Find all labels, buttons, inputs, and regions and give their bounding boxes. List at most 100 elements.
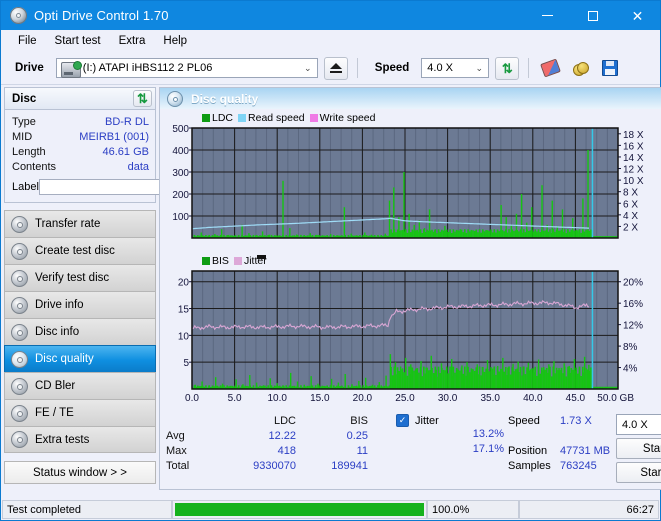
svg-text:200: 200 — [172, 190, 189, 201]
svg-text:2 X: 2 X — [623, 222, 638, 233]
sidebar-item-disc-quality[interactable]: Disc quality — [4, 345, 156, 372]
close-button[interactable]: ✕ — [615, 1, 660, 30]
stats-ldc-max: 418 — [277, 444, 296, 457]
run-info: Speed 1.73 X Position 47731 MB Samples 7… — [508, 413, 661, 489]
sidebar-item-fe-te[interactable]: FE / TE — [4, 399, 156, 426]
top-chart-legend: LDC Read speed Write speed — [162, 111, 661, 124]
chevron-down-icon: ⌄ — [475, 62, 484, 73]
eraser-icon — [539, 58, 561, 78]
coins-button[interactable] — [568, 57, 592, 80]
legend-item-ldc: LDC — [202, 112, 233, 124]
disc-contents-label: Contents — [12, 160, 57, 173]
sidebar-item-disc-info[interactable]: Disc info — [4, 318, 156, 345]
disc-length-value: 46.61 GB — [102, 145, 149, 158]
toolbar: Drive (I:) ATAPI iHBS112 2 PL06 ⌄ Speed … — [1, 52, 660, 85]
status-window-button[interactable]: Status window > > — [4, 461, 156, 484]
svg-text:300: 300 — [172, 168, 189, 179]
jitter-max: 17.1% — [472, 443, 504, 455]
run-info-values: Speed 1.73 X Position 47731 MB Samples 7… — [508, 413, 616, 489]
legend-label-write-speed: Write speed — [319, 111, 376, 124]
svg-text:5: 5 — [183, 358, 189, 369]
bottom-chart-legend: BIS Jitter — [162, 254, 661, 267]
test-speed-select[interactable]: 4.0 X ⌄ — [616, 414, 661, 435]
page-title: Disc quality — [191, 91, 259, 106]
sidebar-item-label: CD Bler — [35, 380, 76, 392]
stats-bis-avg: 0.25 — [346, 429, 368, 442]
status-bar: Test completed 100.0% 66:27 — [2, 500, 659, 519]
disc-panel-header: Disc ⇅ — [4, 87, 156, 109]
disc-icon — [11, 242, 28, 260]
svg-text:8 X: 8 X — [623, 188, 638, 199]
disc-icon — [11, 323, 28, 341]
progress-bar — [172, 500, 427, 519]
sidebar-item-verify-test-disc[interactable]: Verify test disc — [4, 264, 156, 291]
svg-text:10.0: 10.0 — [267, 393, 287, 404]
sidebar-item-create-test-disc[interactable]: Create test disc — [4, 237, 156, 264]
svg-text:10: 10 — [178, 331, 190, 342]
bottom-chart[interactable]: 5 10 15 20 4% 8% 12% 16% 20% 0.0 5.0 10.0 15.0 20.0 25… — [162, 267, 661, 407]
disc-quality-panel: Disc quality LDC Read speed Write speed … — [159, 87, 661, 490]
minimize-button[interactable] — [525, 1, 570, 30]
disc-contents-value: data — [127, 160, 149, 173]
disc-row-mid: MID MEIRB1 (001) — [12, 129, 149, 144]
coins-icon — [572, 61, 589, 76]
disc-label-label: Label — [12, 180, 39, 193]
sidebar-item-cd-bler[interactable]: CD Bler — [4, 372, 156, 399]
disc-row-type: Type BD-R DL — [12, 114, 149, 129]
menu-bar: File Start test Extra Help — [1, 30, 660, 52]
svg-text:14 X: 14 X — [623, 153, 644, 164]
menu-start-test[interactable]: Start test — [46, 32, 110, 50]
sidebar-item-transfer-rate[interactable]: Transfer rate — [4, 210, 156, 237]
top-chart[interactable]: 100 200 300 400 500 2 X4 X6 X8 X 10 X 12 X 14 X1… — [162, 124, 661, 254]
svg-text:6 X: 6 X — [623, 199, 638, 210]
stats-label-avg: Avg — [166, 429, 185, 442]
erase-button[interactable] — [538, 57, 562, 80]
drive-label: Drive — [15, 62, 44, 74]
svg-text:4 X: 4 X — [623, 211, 638, 222]
disc-refresh-button[interactable]: ⇅ — [133, 90, 152, 107]
drive-select[interactable]: (I:) ATAPI iHBS112 2 PL06 ⌄ — [55, 58, 318, 78]
menu-extra[interactable]: Extra — [110, 32, 155, 50]
sidebar-item-extra-tests[interactable]: Extra tests — [4, 426, 156, 453]
sidebar: Disc ⇅ Type BD-R DL MID MEIRB1 (001) Len… — [1, 85, 243, 490]
start-part-button[interactable]: Start part — [616, 462, 661, 483]
disc-panel-title: Disc — [12, 92, 37, 105]
spacer-row — [508, 428, 616, 443]
window-title: Opti Drive Control 1.70 — [34, 8, 169, 23]
refresh-icon: ⇅ — [501, 60, 513, 76]
save-button[interactable] — [598, 57, 622, 80]
stats-ldc-avg: 12.22 — [268, 429, 296, 442]
bottom-chart-svg: 5 10 15 20 4% 8% 12% 16% 20% 0.0 5.0 10.0 15.0 20.0 25… — [178, 270, 643, 404]
refresh-button[interactable]: ⇅ — [495, 56, 520, 80]
svg-text:100: 100 — [172, 212, 189, 223]
app-icon — [10, 7, 27, 24]
stats-bis-total: 189941 — [331, 459, 368, 472]
jitter-checkbox[interactable]: ✓ — [396, 414, 409, 427]
legend-swatch-ldc — [202, 113, 210, 122]
speed-select[interactable]: 4.0 X ⌄ — [421, 58, 490, 78]
svg-text:20.0: 20.0 — [353, 393, 373, 404]
disc-icon — [11, 404, 28, 422]
panel-header: Disc quality — [160, 88, 661, 109]
eject-button[interactable] — [323, 56, 348, 80]
sidebar-item-label: Drive info — [35, 299, 84, 311]
menu-file[interactable]: File — [9, 32, 46, 50]
start-full-button[interactable]: Start full — [616, 438, 661, 459]
svg-text:400: 400 — [172, 146, 189, 157]
chart-resize-handle[interactable] — [257, 255, 266, 259]
svg-text:0.0: 0.0 — [185, 393, 199, 404]
main-panel: Disc quality LDC Read speed Write speed … — [159, 85, 661, 490]
sidebar-item-drive-info[interactable]: Drive info — [4, 291, 156, 318]
legend-swatch-jitter — [233, 256, 242, 265]
stats-label-total: Total — [166, 459, 190, 472]
stats-label-max: Max — [166, 444, 187, 457]
maximize-button[interactable] — [570, 1, 615, 30]
menu-help[interactable]: Help — [154, 32, 196, 50]
legend-item-read-speed: Read speed — [238, 112, 305, 124]
elapsed-time: 66:27 — [519, 500, 659, 519]
jitter-stats: ✓ Jitter 13.2% 17.1% — [396, 413, 508, 489]
svg-text:25.0: 25.0 — [395, 393, 415, 404]
svg-text:15.0: 15.0 — [310, 393, 330, 404]
eject-icon — [329, 62, 342, 74]
disc-icon — [11, 350, 28, 368]
